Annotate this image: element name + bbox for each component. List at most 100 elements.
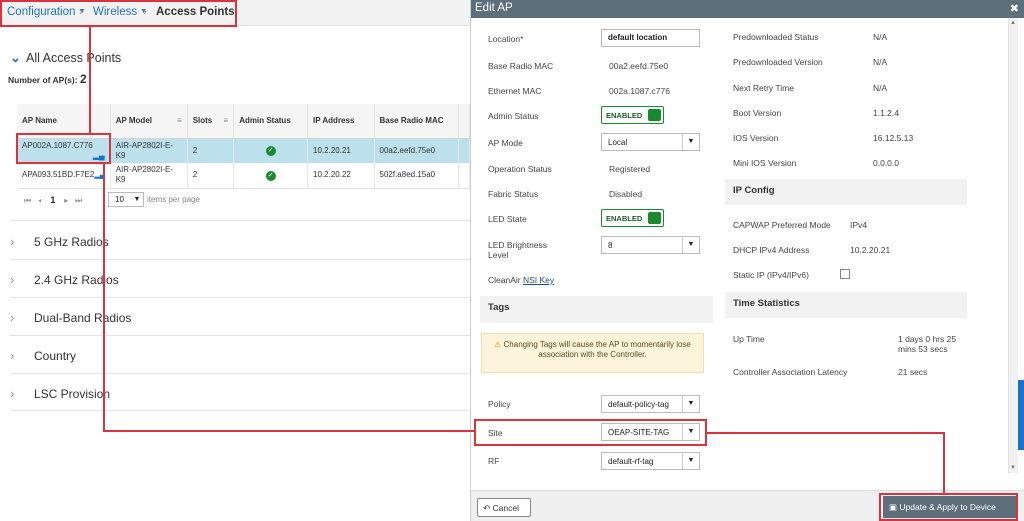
location-input[interactable]: default location (601, 29, 700, 47)
mac-cell: 00a2.eefd.75e0 (374, 138, 459, 163)
predl-version-value: N/A (873, 57, 888, 67)
dhcp-value: 10.2.20.21 (850, 245, 891, 255)
annotation-line (89, 27, 91, 133)
divider (10, 259, 470, 260)
prev-page-icon[interactable]: ◂ (38, 196, 42, 205)
filter-icon[interactable]: ≡ (224, 115, 229, 126)
page-number[interactable]: 1 (50, 195, 55, 205)
ap-name-cell[interactable]: APA093.51BD.F7E2▂▄ (17, 163, 111, 189)
led-brightness-label: LED Brightness Level (488, 240, 548, 260)
col-base-radio-mac[interactable]: Base Radio MAC (374, 104, 459, 139)
divider (10, 410, 470, 411)
chevron-down-icon: ⌄ (10, 50, 21, 65)
highlight-site (474, 419, 707, 446)
all-access-points-header[interactable]: ⌄ All Access Points (10, 50, 121, 66)
first-page-icon[interactable]: ⏮ (24, 196, 31, 205)
led-brightness-select[interactable]: 8 ▼ (601, 236, 700, 254)
highlight-update-button (879, 493, 1018, 521)
ip-cell: 10.2.20.21 (307, 138, 375, 163)
check-circle-icon: ✓ (265, 146, 276, 157)
mini-ios-label: Mini IOS Version (733, 158, 797, 168)
annotation-line (103, 164, 105, 432)
fabric-status-label: Fabric Status (488, 189, 539, 199)
rf-label: RF (488, 456, 500, 466)
col-slots[interactable]: Slots ≡ (187, 104, 235, 139)
scroll-up-icon[interactable]: ▲ (1010, 20, 1017, 26)
section-5ghz[interactable]: › 5 GHz Radios (10, 234, 109, 249)
col-ip-address[interactable]: IP Address (307, 104, 375, 139)
highlight-breadcrumb (0, 0, 237, 27)
scroll-down-icon[interactable]: ▼ (1010, 465, 1017, 471)
warning-icon: ⚠ (494, 340, 502, 349)
admin-status-toggle[interactable]: ENABLED (601, 106, 664, 124)
time-statistics-title: Time Statistics (725, 292, 967, 318)
close-icon[interactable]: ✖ (1010, 2, 1019, 15)
toggle-knob (648, 109, 661, 121)
fabric-status-value: Disabled (609, 189, 643, 199)
ap-mode-label: AP Mode (488, 138, 523, 148)
filter-icon[interactable]: ≡ (177, 115, 182, 126)
chevron-right-icon: › (10, 310, 15, 325)
next-page-icon[interactable]: ▸ (64, 196, 68, 205)
col-ap-model[interactable]: AP Model ≡ (110, 104, 188, 139)
chevron-right-icon: › (10, 272, 15, 287)
chevron-right-icon: › (10, 234, 15, 249)
toggle-knob (648, 212, 661, 224)
caret-down-icon: ▼ (682, 134, 699, 150)
col-overflow (458, 104, 471, 139)
base-mac-label: Base Radio MAC (488, 61, 554, 71)
predl-status-value: N/A (873, 32, 888, 42)
uptime-label: Up Time (733, 334, 765, 344)
page-scrollbar-thumb[interactable] (1018, 380, 1024, 450)
boot-version-label: Boot Version (733, 108, 782, 118)
last-page-icon[interactable]: ⏭ (75, 196, 82, 205)
table-row[interactable]: APA093.51BD.F7E2▂▄ AIR-AP2802I-E-K9 2 ✓ … (17, 163, 471, 189)
chevron-right-icon: › (10, 386, 15, 401)
next-retry-value: N/A (873, 83, 888, 93)
dhcp-label: DHCP IPv4 Address (733, 245, 810, 255)
items-per-page-label: items per page (147, 195, 200, 204)
section-lsc-provision[interactable]: › LSC Provision (10, 386, 110, 401)
location-label: Location* (488, 34, 524, 44)
annotation-line (943, 432, 945, 493)
ios-version-label: IOS Version (733, 133, 779, 143)
panel-scrollbar[interactable]: ▲ ▼ (1008, 18, 1018, 473)
overflow-cell (458, 138, 471, 163)
col-admin-status[interactable]: Admin Status (233, 104, 309, 139)
nsi-key-link[interactable]: NSI Key (523, 275, 554, 285)
annotation-line (103, 430, 474, 432)
cancel-button[interactable]: ↶ Cancel (477, 498, 531, 517)
eth-mac-label: Ethernet MAC (488, 86, 542, 96)
divider (10, 373, 470, 374)
static-ip-label: Static IP (IPv4/IPv6) (733, 270, 809, 280)
highlight-ap-name (16, 133, 111, 164)
predl-status-label: Predownloaded Status (733, 32, 819, 42)
policy-label: Policy (488, 399, 511, 409)
policy-tag-select[interactable]: default-policy-tag ▼ (601, 395, 700, 413)
ios-version-value: 16.12.5.13 (873, 133, 914, 143)
overflow-cell (458, 163, 471, 189)
led-state-toggle[interactable]: ENABLED (601, 209, 664, 227)
panel-title: Edit AP (475, 2, 513, 14)
predl-version-label: Predownloaded Version (733, 57, 823, 67)
rf-tag-select[interactable]: default-rf-tag ▼ (601, 452, 700, 470)
uptime-value: 1 days 0 hrs 25 mins 53 secs (898, 334, 957, 354)
ap-model-cell: AIR-AP2802I-E-K9 (110, 138, 188, 163)
ap-mode-select[interactable]: Local ▼ (601, 133, 700, 151)
caret-down-icon: ▼ (133, 196, 141, 203)
mini-ios-value: 0.0.0.0 (873, 158, 899, 168)
ip-config-title: IP Config (725, 179, 967, 205)
eth-mac-value: 002a.1087.c776 (609, 86, 670, 96)
mac-cell: 502f.a8ed.15a0 (374, 163, 459, 189)
ap-model-cell: AIR-AP2802I-E-K9 (110, 163, 188, 189)
section-country[interactable]: › Country (10, 348, 76, 363)
section-dual-band[interactable]: › Dual-Band Radios (10, 310, 131, 325)
op-status-label: Operation Status (488, 164, 552, 174)
panel-header: Edit AP ✖ (471, 0, 1024, 18)
items-per-page-select[interactable]: 10 ▼ (108, 192, 144, 207)
check-circle-icon: ✓ (265, 170, 276, 181)
annotation-line (707, 432, 945, 434)
caret-down-icon: ▼ (682, 237, 699, 253)
static-ip-checkbox[interactable] (840, 269, 850, 279)
ip-cell: 10.2.20.22 (307, 163, 375, 189)
